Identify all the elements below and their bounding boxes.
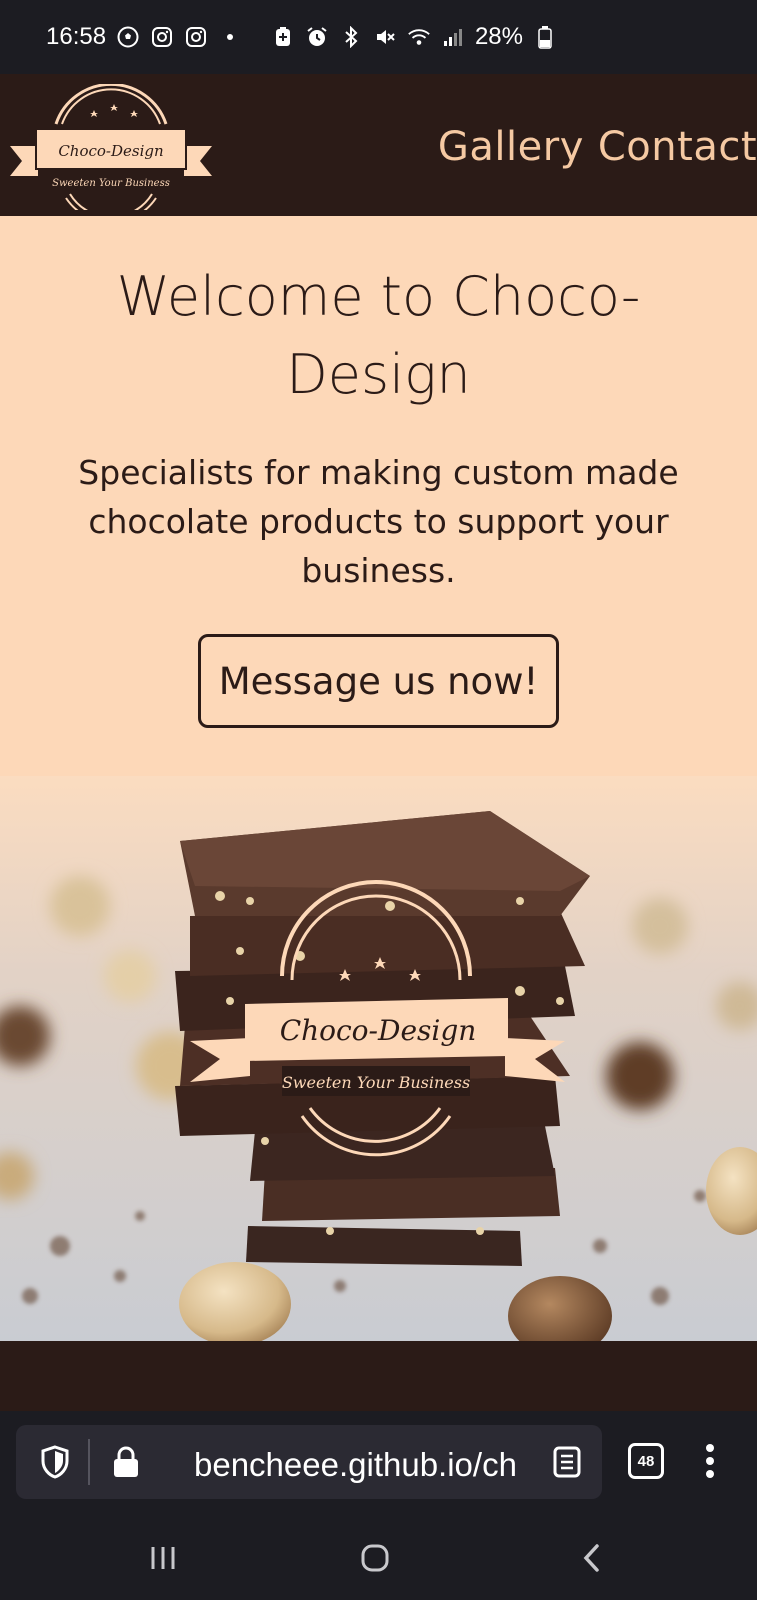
mute-icon — [373, 25, 397, 49]
battery-icon — [533, 25, 557, 49]
hero-title-line-1: Welcome to Choco- — [116, 265, 641, 328]
hero-section: Welcome to Choco- Design Specialists for… — [0, 216, 757, 776]
photo-logo-tagline: Sweeten Your Business — [282, 1073, 470, 1092]
lock-icon[interactable] — [108, 1443, 144, 1481]
home-icon[interactable] — [358, 1541, 392, 1575]
site-nav: Gallery Contact — [438, 124, 757, 170]
logo-tagline: Sweeten Your Business — [52, 178, 170, 189]
wifi-icon — [407, 25, 431, 49]
instagram-icon — [184, 25, 208, 49]
dot-icon — [218, 25, 242, 49]
recent-apps-icon[interactable] — [148, 1543, 178, 1573]
shield-icon[interactable] — [36, 1443, 74, 1481]
battery-saver-icon — [271, 25, 295, 49]
more-menu-icon[interactable] — [700, 1441, 720, 1481]
logo-name: Choco-Design — [58, 142, 163, 160]
back-icon[interactable] — [576, 1541, 606, 1575]
site-header: Choco-Design Sweeten Your Business Galle… — [0, 74, 757, 224]
chocolate-stack-photo: Choco-Design Sweeten Your Business — [0, 776, 757, 1341]
hero-subtitle: Specialists for making custom made choco… — [70, 448, 687, 595]
soccer-ball-icon — [116, 25, 140, 49]
tabs-count-button[interactable]: 48 — [628, 1443, 664, 1479]
bluetooth-icon — [339, 25, 363, 49]
browser-toolbar: bencheee.github.io/ch 48 — [0, 1411, 757, 1517]
reader-icon[interactable] — [550, 1445, 584, 1479]
footer-band — [0, 1341, 757, 1411]
status-right: 28% — [271, 23, 557, 51]
nav-gallery[interactable]: Gallery — [438, 124, 584, 170]
hero-title: Welcome to Choco- Design — [60, 258, 697, 414]
divider — [88, 1439, 90, 1485]
site-logo[interactable]: Choco-Design Sweeten Your Business — [8, 82, 214, 224]
message-us-button[interactable]: Message us now! — [198, 634, 559, 728]
screen: 16:58 28% Choco-Design Sweeten Your Busi… — [0, 0, 757, 1600]
signal-icon — [441, 25, 465, 49]
address-bar[interactable]: bencheee.github.io/ch — [16, 1425, 602, 1499]
instagram-icon — [150, 25, 174, 49]
hero-subtitle-line-3: business. — [301, 551, 456, 590]
hero-title-line-2: Design — [286, 343, 471, 406]
system-navigation-bar — [0, 1517, 757, 1600]
hero-subtitle-line-2: chocolate products to support your — [88, 502, 669, 541]
url-text[interactable]: bencheee.github.io/ch — [194, 1445, 544, 1485]
photo-logo-name: Choco-Design — [280, 1014, 477, 1047]
hero-subtitle-line-1: Specialists for making custom made — [78, 453, 679, 492]
status-time: 16:58 — [46, 23, 107, 50]
nav-contact[interactable]: Contact — [598, 124, 757, 170]
status-left: 16:58 — [46, 23, 242, 51]
status-bar: 16:58 28% — [0, 0, 757, 74]
alarm-icon — [305, 25, 329, 49]
battery-percent: 28% — [474, 23, 523, 50]
